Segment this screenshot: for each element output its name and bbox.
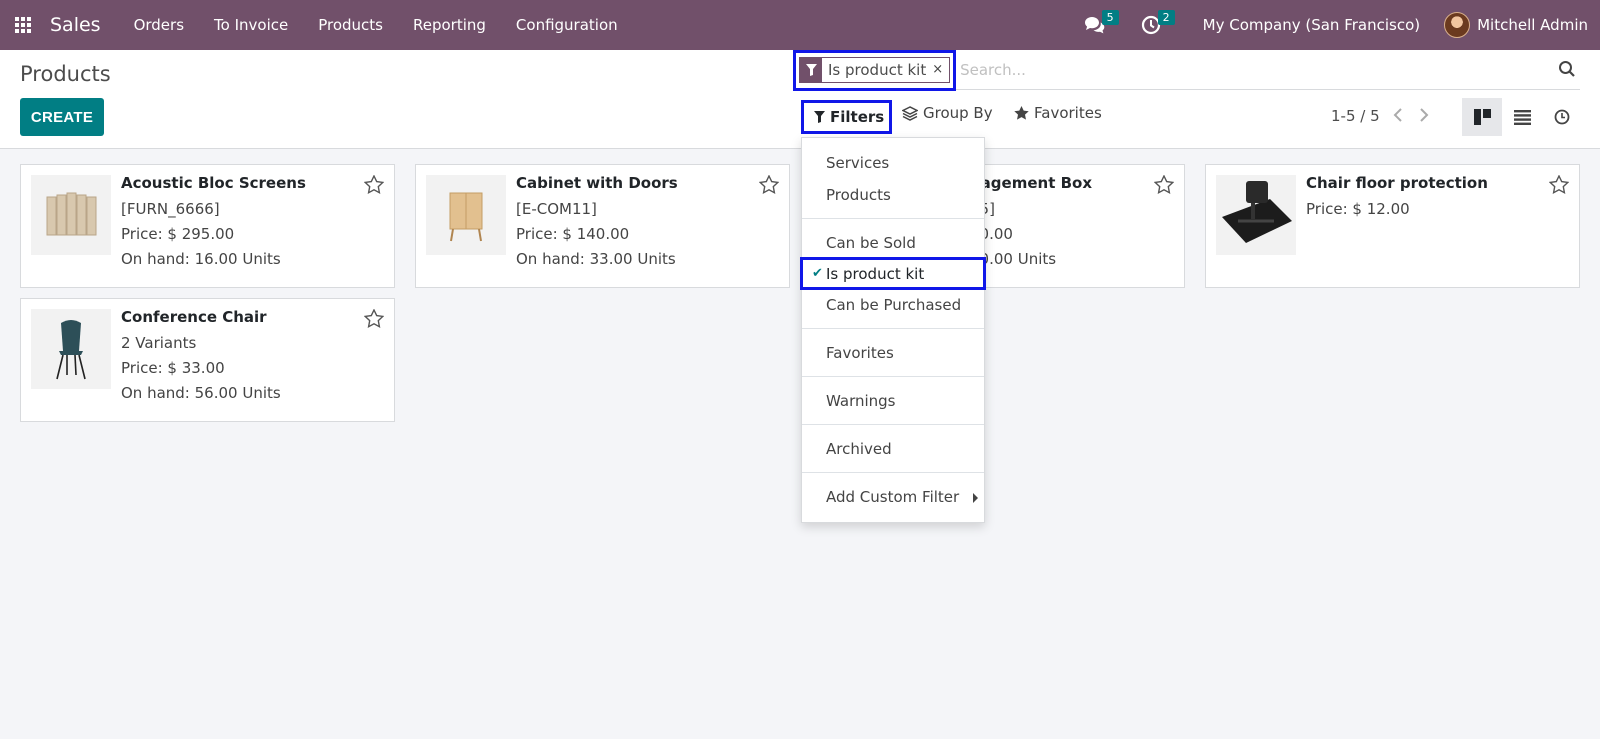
product-price: Price: $ 295.00	[121, 225, 235, 243]
filter-can-be-purchased[interactable]: Can be Purchased	[802, 292, 984, 318]
group-by-label: Group By	[923, 104, 993, 122]
top-navbar: Sales Orders To Invoice Products Reporti…	[0, 0, 1600, 50]
product-card[interactable]: Chair floor protection Price: $ 12.00	[1205, 164, 1580, 288]
divider	[802, 376, 984, 377]
filter-services[interactable]: Services	[802, 150, 984, 176]
create-button[interactable]: CREATE	[20, 98, 104, 136]
chevron-right-icon[interactable]	[1419, 107, 1429, 126]
product-name: nagement Box	[970, 174, 1092, 192]
star-outline-icon[interactable]	[363, 174, 385, 198]
product-variants: 2 Variants	[121, 334, 197, 352]
divider	[802, 472, 984, 473]
product-price: 00.00	[970, 225, 1013, 243]
product-price: Price: $ 140.00	[516, 225, 630, 243]
activities-button[interactable]: 2	[1129, 0, 1175, 50]
apps-menu-icon[interactable]	[0, 0, 46, 50]
filter-products[interactable]: Products	[802, 182, 984, 208]
pager-value[interactable]: 1-5 / 5	[1331, 107, 1380, 125]
user-menu[interactable]: Mitchell Admin	[1444, 12, 1588, 38]
star-outline-icon[interactable]	[363, 308, 385, 332]
product-image	[31, 175, 111, 255]
filter-archived[interactable]: Archived	[802, 436, 984, 462]
filters-label: Filters	[830, 108, 885, 126]
search-bar: Is product kit ×	[793, 50, 1580, 91]
list-view-button[interactable]	[1502, 98, 1542, 136]
filter-favorites[interactable]: Favorites	[802, 340, 984, 366]
product-reference: 55]	[970, 200, 1092, 218]
menu-reporting[interactable]: Reporting	[398, 0, 501, 50]
caret-right-icon	[973, 493, 978, 503]
product-image	[31, 309, 111, 389]
activity-view-button[interactable]	[1542, 98, 1582, 136]
search-icon[interactable]	[1558, 60, 1576, 82]
product-card[interactable]: Cabinet with Doors [E-COM11] Price: $ 14…	[415, 164, 790, 288]
add-custom-filter-label: Add Custom Filter	[826, 488, 960, 506]
menu-configuration[interactable]: Configuration	[501, 0, 633, 50]
group-by-button[interactable]: Group By	[902, 104, 993, 122]
product-name: Cabinet with Doors	[516, 174, 678, 192]
kanban-view-button[interactable]	[1462, 98, 1502, 136]
avatar	[1444, 12, 1471, 38]
favorites-button[interactable]: Favorites	[1014, 104, 1102, 122]
company-switcher[interactable]: My Company (San Francisco)	[1203, 16, 1420, 34]
star-outline-icon[interactable]	[1548, 174, 1570, 198]
user-name: Mitchell Admin	[1477, 16, 1588, 34]
list-icon	[1513, 109, 1531, 125]
product-image	[426, 175, 506, 255]
filters-dropdown: Services Products Can be Sold ✔ Is produ…	[800, 137, 986, 523]
chevron-left-icon[interactable]	[1393, 107, 1403, 126]
star-icon	[1014, 106, 1029, 120]
activities-count-badge: 2	[1157, 10, 1175, 25]
search-input[interactable]	[960, 60, 1521, 79]
menu-products[interactable]: Products	[303, 0, 398, 50]
clock-icon	[1554, 109, 1570, 125]
product-reference: [E-COM11]	[516, 200, 597, 218]
product-name: Acoustic Bloc Screens	[121, 174, 306, 192]
menu-to-invoice[interactable]: To Invoice	[199, 0, 303, 50]
product-on-hand: 00.00 Units	[970, 250, 1057, 268]
favorites-label: Favorites	[1034, 104, 1102, 122]
filter-can-be-sold[interactable]: Can be Sold	[802, 230, 984, 256]
product-reference: [FURN_6666]	[121, 200, 220, 218]
layers-icon	[902, 105, 918, 121]
messages-button[interactable]: 5	[1073, 0, 1119, 50]
product-price: Price: $ 33.00	[121, 359, 225, 377]
add-custom-filter[interactable]: Add Custom Filter	[802, 484, 984, 510]
filter-is-product-kit[interactable]: ✔ Is product kit	[802, 261, 984, 287]
product-on-hand: On hand: 33.00 Units	[516, 250, 676, 268]
page-title: Products	[20, 62, 111, 86]
filter-is-product-kit-label: Is product kit	[826, 265, 925, 283]
divider	[802, 328, 984, 329]
product-image	[1216, 175, 1296, 255]
control-panel: Products CREATE Is product kit × Filters…	[0, 50, 1600, 149]
product-name: Chair floor protection	[1306, 174, 1488, 192]
product-name: Conference Chair	[121, 308, 267, 326]
filter-warnings[interactable]: Warnings	[802, 388, 984, 414]
product-card[interactable]: Conference Chair 2 Variants Price: $ 33.…	[20, 298, 395, 422]
product-on-hand: On hand: 16.00 Units	[121, 250, 281, 268]
star-outline-icon[interactable]	[758, 174, 780, 198]
divider	[802, 424, 984, 425]
product-price: Price: $ 12.00	[1306, 200, 1410, 218]
menu-orders[interactable]: Orders	[119, 0, 199, 50]
product-card[interactable]: Acoustic Bloc Screens [FURN_6666] Price:…	[20, 164, 395, 288]
messages-count-badge: 5	[1101, 10, 1119, 25]
facet-highlight	[793, 50, 956, 91]
divider	[802, 218, 984, 219]
kanban-icon	[1473, 109, 1491, 125]
checkmark-icon: ✔	[812, 266, 823, 281]
filter-icon	[814, 111, 825, 123]
app-brand[interactable]: Sales	[46, 14, 105, 36]
star-outline-icon[interactable]	[1153, 174, 1175, 198]
product-on-hand: On hand: 56.00 Units	[121, 384, 281, 402]
filters-button[interactable]: Filters	[801, 100, 892, 134]
